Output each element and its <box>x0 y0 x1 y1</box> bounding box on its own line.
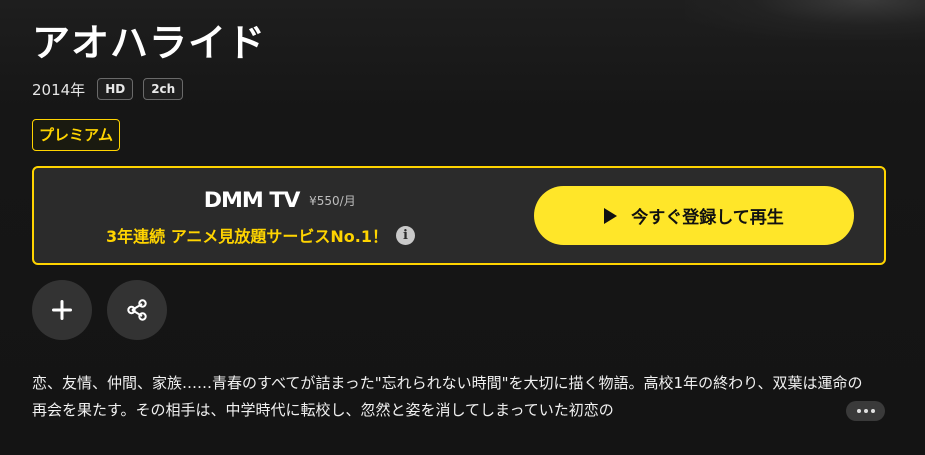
ellipsis-icon-dot <box>856 409 861 413</box>
monthly-price: ¥550/月 <box>309 193 356 208</box>
synopsis-text: 恋、友情、仲間、家族……青春のすべてが詰まった"忘れられない時間"を大切に描く物… <box>32 374 863 419</box>
page-title: アオハライド <box>32 21 267 65</box>
hero-image-fade <box>685 0 925 40</box>
promo-logo-row: DMM TV ¥550/月 <box>203 188 356 212</box>
release-year: 2014年 <box>32 80 86 99</box>
ellipsis-icon-dot <box>863 409 868 413</box>
dmm-tv-logo: DMM TV <box>203 188 301 212</box>
expand-synopsis-button[interactable] <box>846 401 885 421</box>
promo-tagline: 3年連続 アニメ見放題サービスNo.1！ <box>106 227 388 246</box>
title-detail-page: アオハライド 2014年 HD 2ch プレミアム DMM TV ¥550/月 … <box>0 0 925 455</box>
subscription-promo-box: DMM TV ¥550/月 3年連続 アニメ見放題サービスNo.1！ i 今すぐ… <box>32 166 886 265</box>
info-icon[interactable]: i <box>395 225 415 245</box>
premium-badge: プレミアム <box>32 119 120 151</box>
plus-icon <box>52 300 72 320</box>
subscribe-and-play-label: 今すぐ登録して再生 <box>631 208 784 228</box>
add-to-list-button[interactable] <box>32 280 92 340</box>
play-icon <box>604 207 618 224</box>
ellipsis-icon-dot <box>870 409 875 413</box>
promo-tagline-row: 3年連続 アニメ見放題サービスNo.1！ i <box>106 223 415 247</box>
share-icon <box>127 299 147 321</box>
meta-row: 2014年 HD 2ch <box>32 76 184 102</box>
subscribe-and-play-button[interactable]: 今すぐ登録して再生 <box>534 186 854 245</box>
quality-tag-hd: HD <box>97 78 134 100</box>
share-button[interactable] <box>107 280 167 340</box>
audio-tag-2ch: 2ch <box>143 78 184 100</box>
